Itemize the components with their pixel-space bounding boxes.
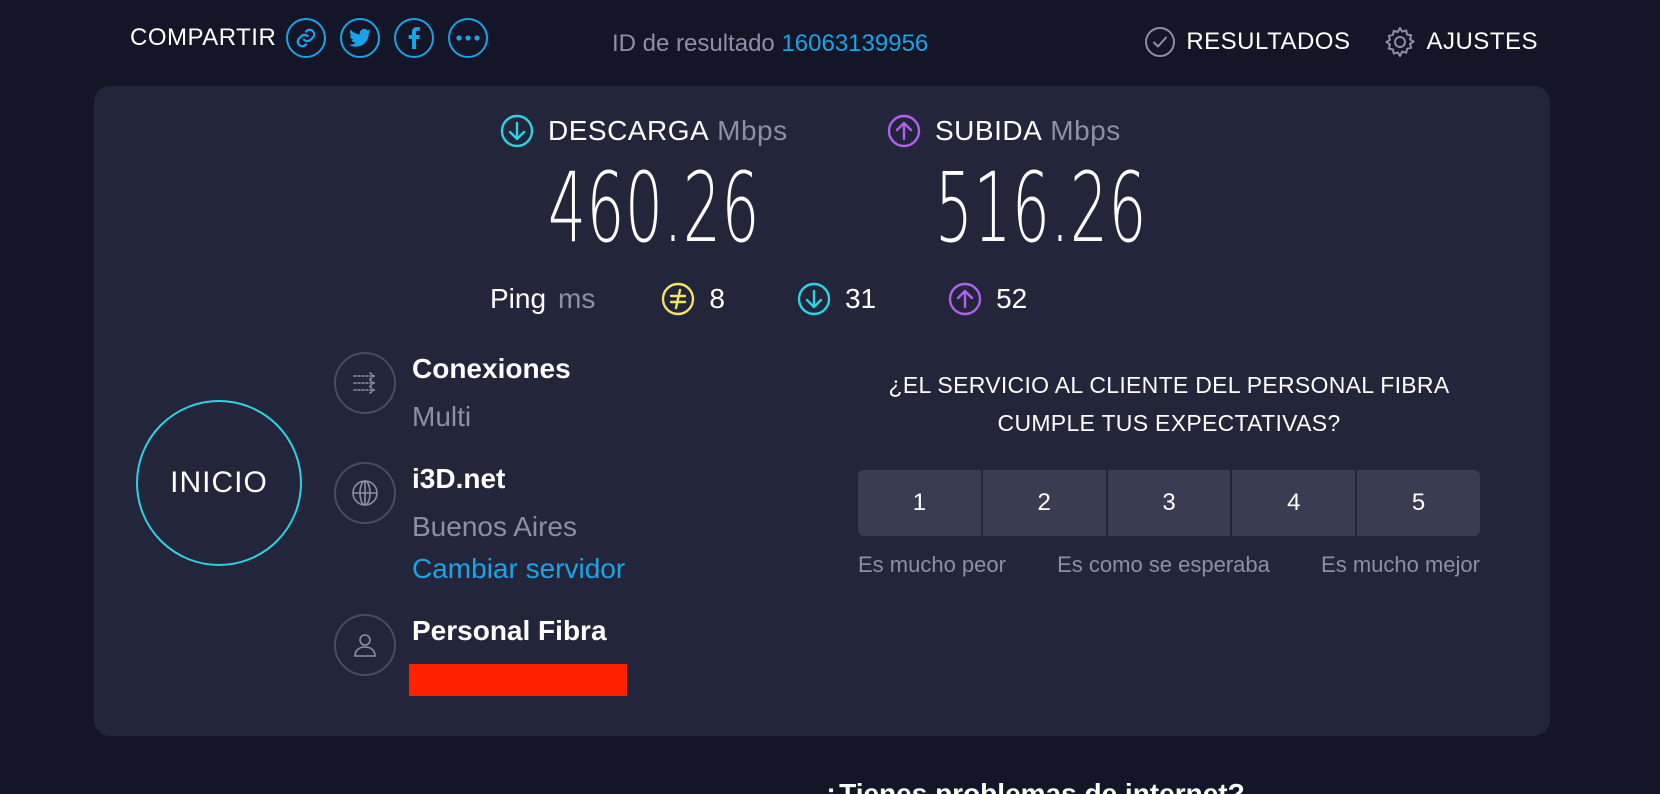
- ping-idle: 8: [661, 282, 725, 316]
- rating-option-5[interactable]: 5: [1357, 470, 1480, 536]
- connections-info: Conexiones Multi: [334, 352, 571, 434]
- result-id-value[interactable]: 16063139956: [781, 30, 928, 57]
- results-label: RESULTADOS: [1186, 28, 1351, 55]
- speedtest-page: COMPARTIR ID de resultado 16063139956 RE…: [0, 0, 1660, 794]
- ping-row: Ping ms 8 31 52: [490, 282, 1099, 316]
- scale-high-label: Es mucho mejor: [1321, 552, 1480, 577]
- ping-download-value: 31: [844, 283, 877, 314]
- result-id-label: ID de resultado: [612, 30, 775, 57]
- change-server-link[interactable]: Cambiar servidor: [412, 552, 625, 586]
- rating-options: 1 2 3 4 5: [858, 470, 1480, 536]
- scale-mid-label: Es como se esperaba: [1057, 552, 1270, 577]
- server-info: i3D.net Buenos Aires Cambiar servidor: [334, 462, 625, 586]
- internet-problems-heading: ¿Tienes problemas de internet?: [822, 778, 1245, 794]
- gear-icon: [1385, 27, 1416, 57]
- share-link-button[interactable]: [286, 18, 327, 58]
- link-icon: [296, 28, 316, 48]
- share-bar: COMPARTIR: [130, 18, 502, 58]
- rating-option-4[interactable]: 4: [1232, 470, 1356, 536]
- download-arrow-icon: [500, 114, 534, 148]
- ping-idle-icon: [662, 282, 695, 316]
- server-name: i3D.net: [412, 463, 506, 494]
- result-id: ID de resultado 16063139956: [612, 30, 928, 58]
- ping-upload: 52: [948, 282, 1027, 316]
- download-label: DESCARGA: [548, 115, 710, 146]
- rating-option-1[interactable]: 1: [858, 470, 981, 536]
- redacted-ip-bar: [409, 664, 627, 696]
- settings-link[interactable]: AJUSTES: [1384, 26, 1538, 58]
- provider-info: Personal Fibra: [334, 614, 627, 696]
- download-metric: DESCARGA Mbps 460.26: [500, 114, 890, 256]
- results-link[interactable]: RESULTADOS: [1144, 26, 1350, 58]
- upload-value: 516.26: [935, 152, 1147, 264]
- ping-download-icon: [797, 282, 831, 316]
- download-value: 460.26: [548, 152, 760, 264]
- settings-label: AJUSTES: [1426, 28, 1538, 55]
- server-location: Buenos Aires: [412, 511, 577, 542]
- top-nav: RESULTADOS AJUSTES: [1110, 26, 1538, 58]
- check-circle-icon: [1145, 27, 1176, 57]
- upload-arrow-icon: [887, 114, 921, 148]
- user-icon: [354, 634, 376, 657]
- survey: ¿EL SERVICIO AL CLIENTE DEL PERSONAL FIB…: [858, 366, 1480, 578]
- ping-idle-value: 8: [709, 283, 725, 314]
- ping-unit: ms: [558, 283, 596, 314]
- user-icon-wrap: [334, 614, 396, 676]
- rating-scale: Es mucho peor Es como se esperaba Es muc…: [858, 552, 1480, 578]
- ping-upload-icon: [948, 282, 982, 316]
- share-facebook-button[interactable]: [394, 18, 435, 58]
- facebook-icon: [408, 27, 421, 49]
- twitter-icon: [349, 28, 372, 47]
- connections-icon-wrap: [334, 352, 396, 414]
- provider-name: Personal Fibra: [412, 615, 607, 646]
- ping-label: Ping: [490, 283, 547, 314]
- globe-icon: [352, 480, 378, 506]
- connections-icon: [353, 372, 376, 394]
- rating-option-2[interactable]: 2: [982, 470, 1106, 536]
- connections-value: Multi: [412, 401, 472, 432]
- upload-label: SUBIDA: [935, 115, 1043, 146]
- rating-option-3[interactable]: 3: [1107, 470, 1231, 536]
- connections-title: Conexiones: [412, 353, 571, 384]
- ping-upload-value: 52: [996, 283, 1028, 314]
- share-twitter-button[interactable]: [340, 18, 381, 58]
- result-card: DESCARGA Mbps 460.26 SUBIDA Mbps 516.26 …: [94, 86, 1550, 736]
- share-more-button[interactable]: [448, 18, 489, 58]
- share-label: COMPARTIR: [130, 24, 277, 51]
- ping-download: 31: [797, 282, 876, 316]
- survey-question: ¿EL SERVICIO AL CLIENTE DEL PERSONAL FIB…: [888, 372, 1450, 436]
- upload-unit: Mbps: [1050, 115, 1121, 146]
- upload-metric: SUBIDA Mbps 516.26: [887, 114, 1277, 256]
- download-unit: Mbps: [717, 115, 788, 146]
- globe-icon-wrap: [334, 462, 396, 524]
- scale-low-label: Es mucho peor: [858, 552, 1006, 577]
- start-button[interactable]: INICIO: [136, 400, 302, 566]
- more-icon: [456, 35, 480, 41]
